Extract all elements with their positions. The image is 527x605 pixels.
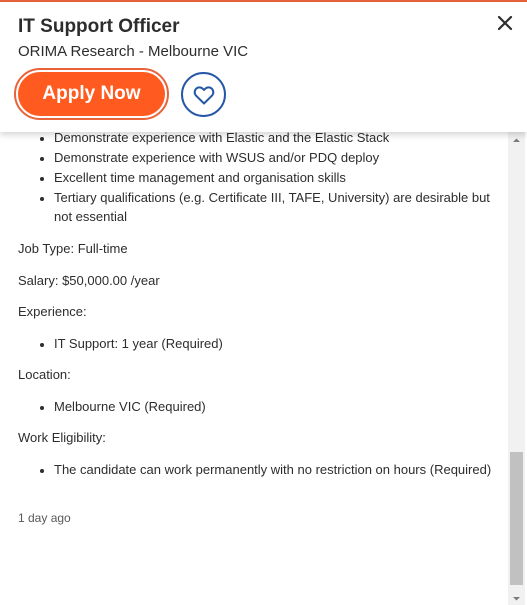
chevron-up-icon	[513, 138, 520, 142]
salary-text: Salary: $50,000.00 /year	[18, 273, 160, 288]
job-description: Demonstrate experience with Elastic and …	[18, 128, 498, 528]
list-item: The candidate can work permanently with …	[54, 460, 498, 479]
company-location: ORIMA Research - Melbourne VIC	[18, 43, 249, 60]
experience-list: IT Support: 1 year (Required)	[14, 334, 498, 353]
job-type-text: Job Type: Full-time	[18, 241, 128, 256]
list-item: IT Support: 1 year (Required)	[54, 334, 498, 353]
chevron-down-icon	[513, 597, 520, 601]
list-item: Tertiary qualifications (e.g. Certificat…	[54, 188, 498, 226]
save-job-button[interactable]	[181, 72, 226, 117]
job-title: IT Support Officer	[18, 16, 180, 37]
location-section: Location: Melbourne VIC (Required)	[18, 365, 498, 416]
job-detail-panel: Demonstrate experience with Elastic and …	[0, 0, 527, 605]
list-item: Excellent time management and organisati…	[54, 168, 498, 187]
close-button[interactable]	[494, 12, 516, 34]
scroll-down-arrow[interactable]	[508, 590, 525, 605]
list-item: Melbourne VIC (Required)	[54, 397, 498, 416]
work-eligibility-label: Work Eligibility:	[18, 430, 106, 445]
scroll-up-arrow[interactable]	[508, 132, 525, 149]
work-eligibility-list: The candidate can work permanently with …	[14, 460, 498, 479]
location-label: Location:	[18, 367, 71, 382]
requirements-list: Demonstrate experience with Elastic and …	[14, 128, 498, 226]
apply-now-label: Apply Now	[18, 72, 165, 116]
list-item: Demonstrate experience with WSUS and/or …	[54, 148, 498, 167]
scrollbar-thumb[interactable]	[510, 452, 523, 585]
experience-section: Experience: IT Support: 1 year (Required…	[18, 302, 498, 353]
job-header: IT Support Officer ORIMA Research - Melb…	[0, 2, 527, 132]
posted-date: 1 day ago	[18, 511, 71, 525]
experience-label: Experience:	[18, 304, 87, 319]
location-list: Melbourne VIC (Required)	[14, 397, 498, 416]
heart-icon	[193, 85, 214, 104]
apply-now-button[interactable]: Apply Now	[14, 68, 169, 120]
close-icon	[497, 15, 513, 31]
work-eligibility-section: Work Eligibility: The candidate can work…	[18, 428, 498, 479]
scrollbar[interactable]	[508, 132, 525, 605]
